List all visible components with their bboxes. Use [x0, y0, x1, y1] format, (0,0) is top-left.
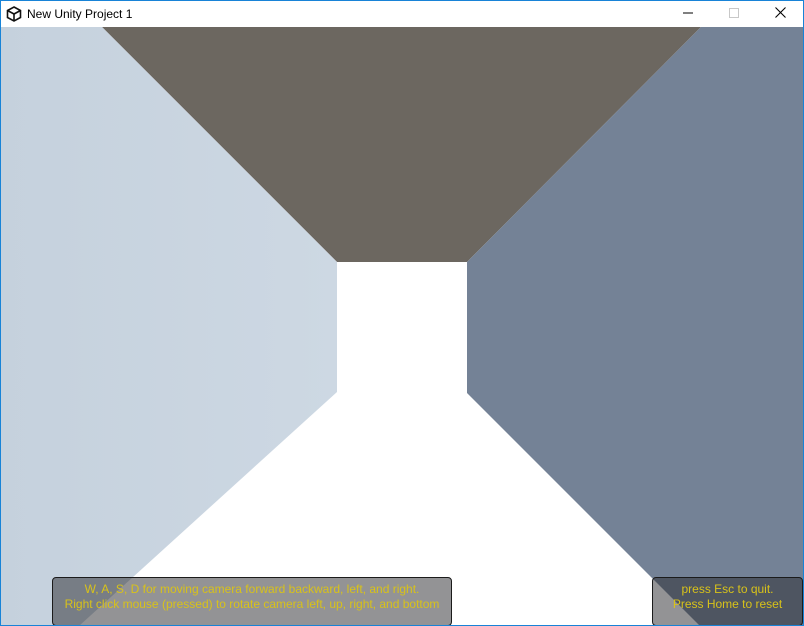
controls-help-line-rotate: Right click mouse (pressed) to rotate ca…: [64, 597, 440, 611]
maximize-button[interactable]: [711, 1, 757, 27]
game-window: New Unity Project 1 W, A, S, D for movin…: [0, 0, 804, 626]
close-button[interactable]: [757, 1, 803, 27]
back-wall: [337, 262, 467, 393]
minimize-button[interactable]: [665, 1, 711, 27]
window-title: New Unity Project 1: [27, 7, 133, 21]
game-viewport[interactable]: W, A, S, D for moving camera forward bac…: [1, 27, 803, 625]
title-bar[interactable]: New Unity Project 1: [1, 1, 803, 27]
system-help-line-quit: press Esc to quit.: [681, 582, 774, 596]
controls-help-line-move: W, A, S, D for moving camera forward bac…: [84, 582, 420, 596]
controls-help-panel: W, A, S, D for moving camera forward bac…: [52, 577, 452, 625]
close-icon: [774, 5, 786, 23]
system-help-panel: press Esc to quit. Press Home to reset: [652, 577, 803, 625]
maximize-icon: [729, 5, 739, 23]
minimize-icon: [683, 5, 693, 23]
corridor-scene: [1, 27, 803, 625]
unity-logo-icon: [6, 6, 22, 22]
system-help-line-reset: Press Home to reset: [672, 597, 783, 611]
